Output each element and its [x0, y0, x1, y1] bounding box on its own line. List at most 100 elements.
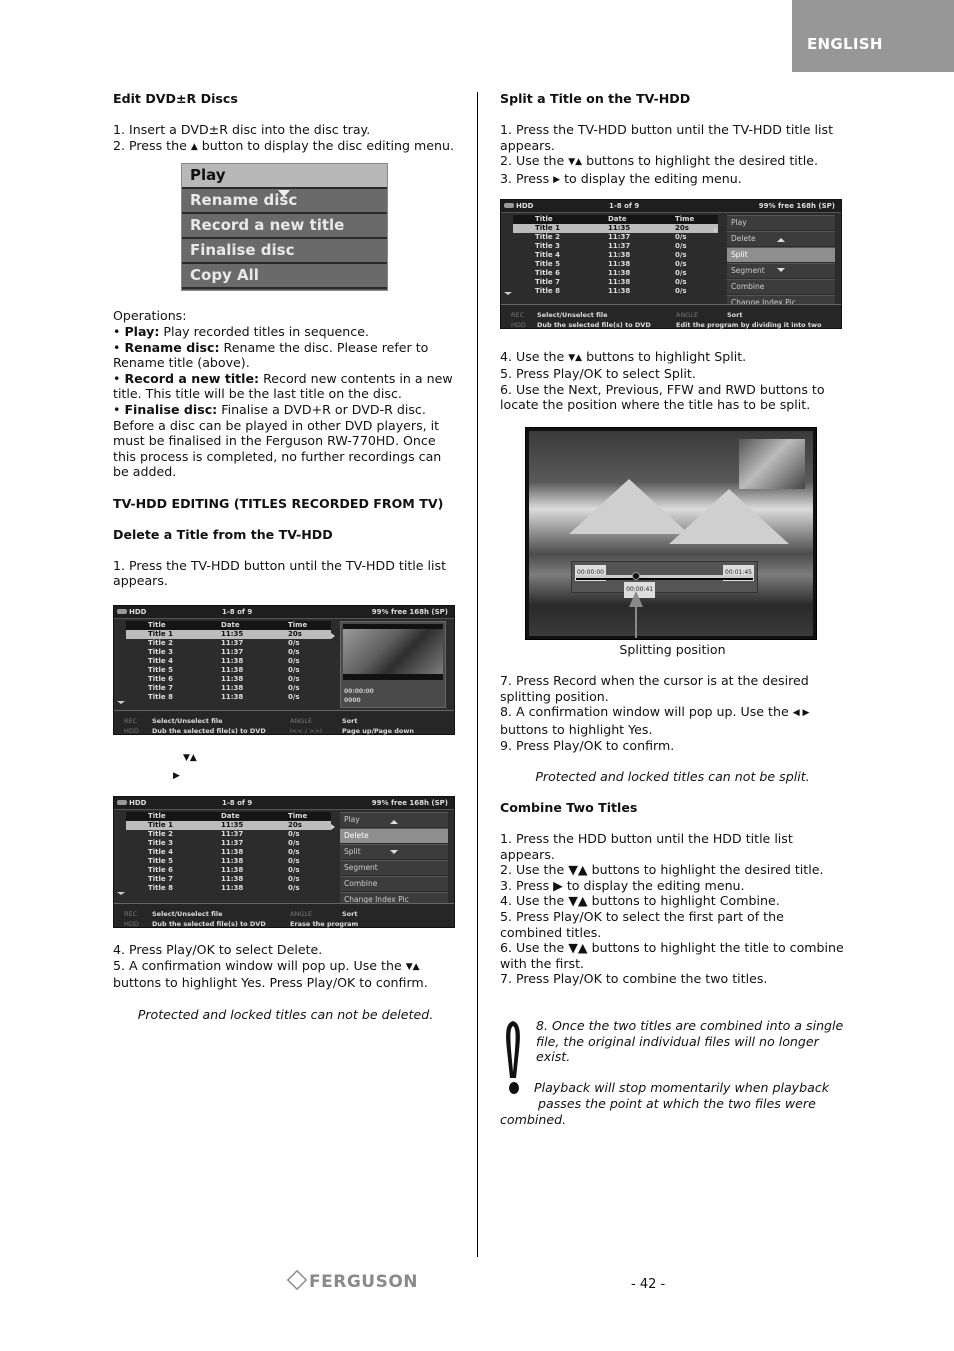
scroll-down-icon [117, 701, 125, 705]
title-row: Title 6 11:38 0/s [513, 269, 718, 278]
free-space: 99% free 168h (SP) [758, 201, 835, 210]
title-row: Title 5 11:38 0/s [513, 260, 718, 269]
pointer-line [635, 605, 638, 638]
cell: 0/s [288, 857, 300, 866]
menu-up-icon [390, 820, 398, 825]
cell: 11:38 [221, 666, 244, 675]
logo-mark-icon [286, 1269, 308, 1291]
title-row: Title 3 11:37 0/s [513, 242, 718, 251]
key-action: Page up/Page down [342, 727, 415, 736]
menu-down-icon [390, 850, 398, 855]
split-position-screenshot: 00:00:00 00:01:45 00:00:41 [525, 426, 817, 640]
col-time: Time [675, 214, 695, 223]
text: 2. Use the [500, 153, 569, 169]
language-label: ENGLISH [807, 35, 883, 53]
col-date: Date [608, 214, 627, 223]
cell: Title 7 [535, 277, 560, 286]
cell: 20s [288, 630, 302, 639]
device-text: HDD [129, 799, 147, 808]
bullet: • [113, 370, 121, 386]
edit-menu-item-split: Split [727, 246, 835, 262]
cell: Title 6 [535, 268, 560, 277]
delete-step-5: 5. A confirmation window will pop up. Us… [113, 958, 458, 991]
col-date: Date [221, 621, 240, 630]
title-row: Title 8 11:38 0/s [126, 693, 331, 702]
cell: 11:37 [221, 648, 244, 657]
cell: 0/s [675, 268, 687, 277]
cell: Title 4 [535, 250, 560, 259]
free-space: 99% free 168h (SP) [371, 799, 448, 808]
cell: Title 2 [148, 639, 173, 648]
split-note: Protected and locked titles can not be s… [535, 768, 810, 784]
cell: 0/s [288, 693, 300, 702]
bullet: • [113, 339, 121, 355]
title-list-header: Title Date Time [126, 812, 331, 822]
cell: 11:38 [221, 857, 244, 866]
cell: Title 4 [148, 657, 173, 666]
cell: 0/s [675, 232, 687, 241]
hdd-icon [117, 609, 127, 615]
title-row: Title 5 11:38 0/s [126, 857, 331, 866]
preview-meta: 0000 [344, 697, 361, 705]
bullet: • [113, 401, 121, 417]
title-range: 1-8 of 9 [609, 201, 640, 210]
cell: Title 6 [148, 866, 173, 875]
device-label: HDD [117, 797, 146, 809]
cell: 11:37 [221, 839, 244, 848]
cell: 11:38 [221, 884, 244, 893]
title-row: Title 4 11:38 0/s [126, 848, 331, 857]
left-right-arrows-icon: ◀ ▶ [792, 708, 810, 719]
page-number: - 42 - [631, 1277, 666, 1292]
hdd-footer: REC Select/Unselect file HDD Dub the sel… [114, 710, 454, 735]
delete-title-heading: Delete a Title from the TV-HDD [113, 526, 333, 542]
cell: Title 5 [148, 857, 173, 866]
edit-menu-item-combine: Combine [340, 876, 448, 892]
cell: 0/s [675, 277, 687, 286]
cell: 0/s [675, 250, 687, 259]
text: buttons to highlight the desired title. [582, 153, 818, 169]
title-row: Title 3 11:37 0/s [126, 839, 331, 848]
title-row: Title 1 11:35 20s [513, 223, 718, 233]
cell: 11:37 [221, 639, 244, 648]
operations-label: Operations: [113, 308, 187, 324]
device-label: HDD [117, 606, 146, 618]
split-step-1: 1. Press the TV-HDD button until the TV-… [500, 122, 834, 153]
down-up-arrows-icon: ▼▲ [568, 157, 583, 168]
hdd-icon [117, 800, 127, 806]
title-row: Title 7 11:38 0/s [126, 875, 331, 884]
title-row: Title 5 11:38 0/s [126, 666, 331, 675]
cell: 11:37 [221, 830, 244, 839]
hdd-split-menu-screenshot: HDD 1-8 of 9 99% free 168h (SP) Title Dat… [500, 198, 842, 329]
tvhdd-editing-heading: TV-HDD EDITING (TITLES RECORDED FROM TV) [113, 495, 444, 511]
down-up-arrows-icon: ▼▲ [568, 352, 583, 363]
cell: 11:35 [221, 821, 244, 830]
operation-term: Play: [124, 323, 160, 339]
title-row: Title 2 11:37 0/s [126, 830, 331, 839]
key-label: I<< / >>I [290, 727, 322, 736]
combine-step: 1. Press the HDD button until the HDD ti… [500, 831, 793, 862]
title-range: 1-8 of 9 [222, 799, 253, 808]
delete-step-3: ▶ [113, 767, 458, 785]
down-up-arrows-icon: ▼▲ [405, 961, 420, 972]
title-row: Title 8 11:38 0/s [513, 287, 718, 296]
split-step-6: 6. Use the Next, Previous, FFW and RWD b… [500, 381, 825, 413]
operation-item: • Play: Play recorded titles in sequence… [113, 324, 458, 340]
cell: 11:38 [221, 693, 244, 702]
scroll-down-icon [504, 291, 512, 295]
hdd-title-list-screenshot: HDD 1-8 of 9 99% free 168h (SP) Title Dat… [113, 605, 455, 736]
edit-menu: Play Delete Split Segment Combine Change… [727, 214, 835, 311]
hdd-footer: REC Select/Unselect file HDD Dub the sel… [501, 303, 841, 329]
cell: 20s [675, 223, 689, 232]
key-action: Dub the selected file(s) to DVD [152, 920, 266, 929]
cell: 11:38 [608, 277, 631, 286]
cell: 11:35 [608, 223, 631, 232]
cell: Title 7 [148, 875, 173, 884]
combine-step: 5. Press Play/OK to select the first par… [500, 909, 784, 940]
title-list: Title Date Time Title 1 11:35 20s Title 2 11:… [126, 621, 331, 702]
cell: 11:38 [221, 866, 244, 875]
combine-heading: Combine Two Titles [500, 799, 638, 815]
mountain-shape [669, 488, 789, 544]
key-action: Erase the program [290, 920, 359, 929]
cell: 11:37 [608, 232, 631, 241]
title-list: Title Date Time Title 1 11:35 20s Title 2 11:… [513, 214, 718, 296]
